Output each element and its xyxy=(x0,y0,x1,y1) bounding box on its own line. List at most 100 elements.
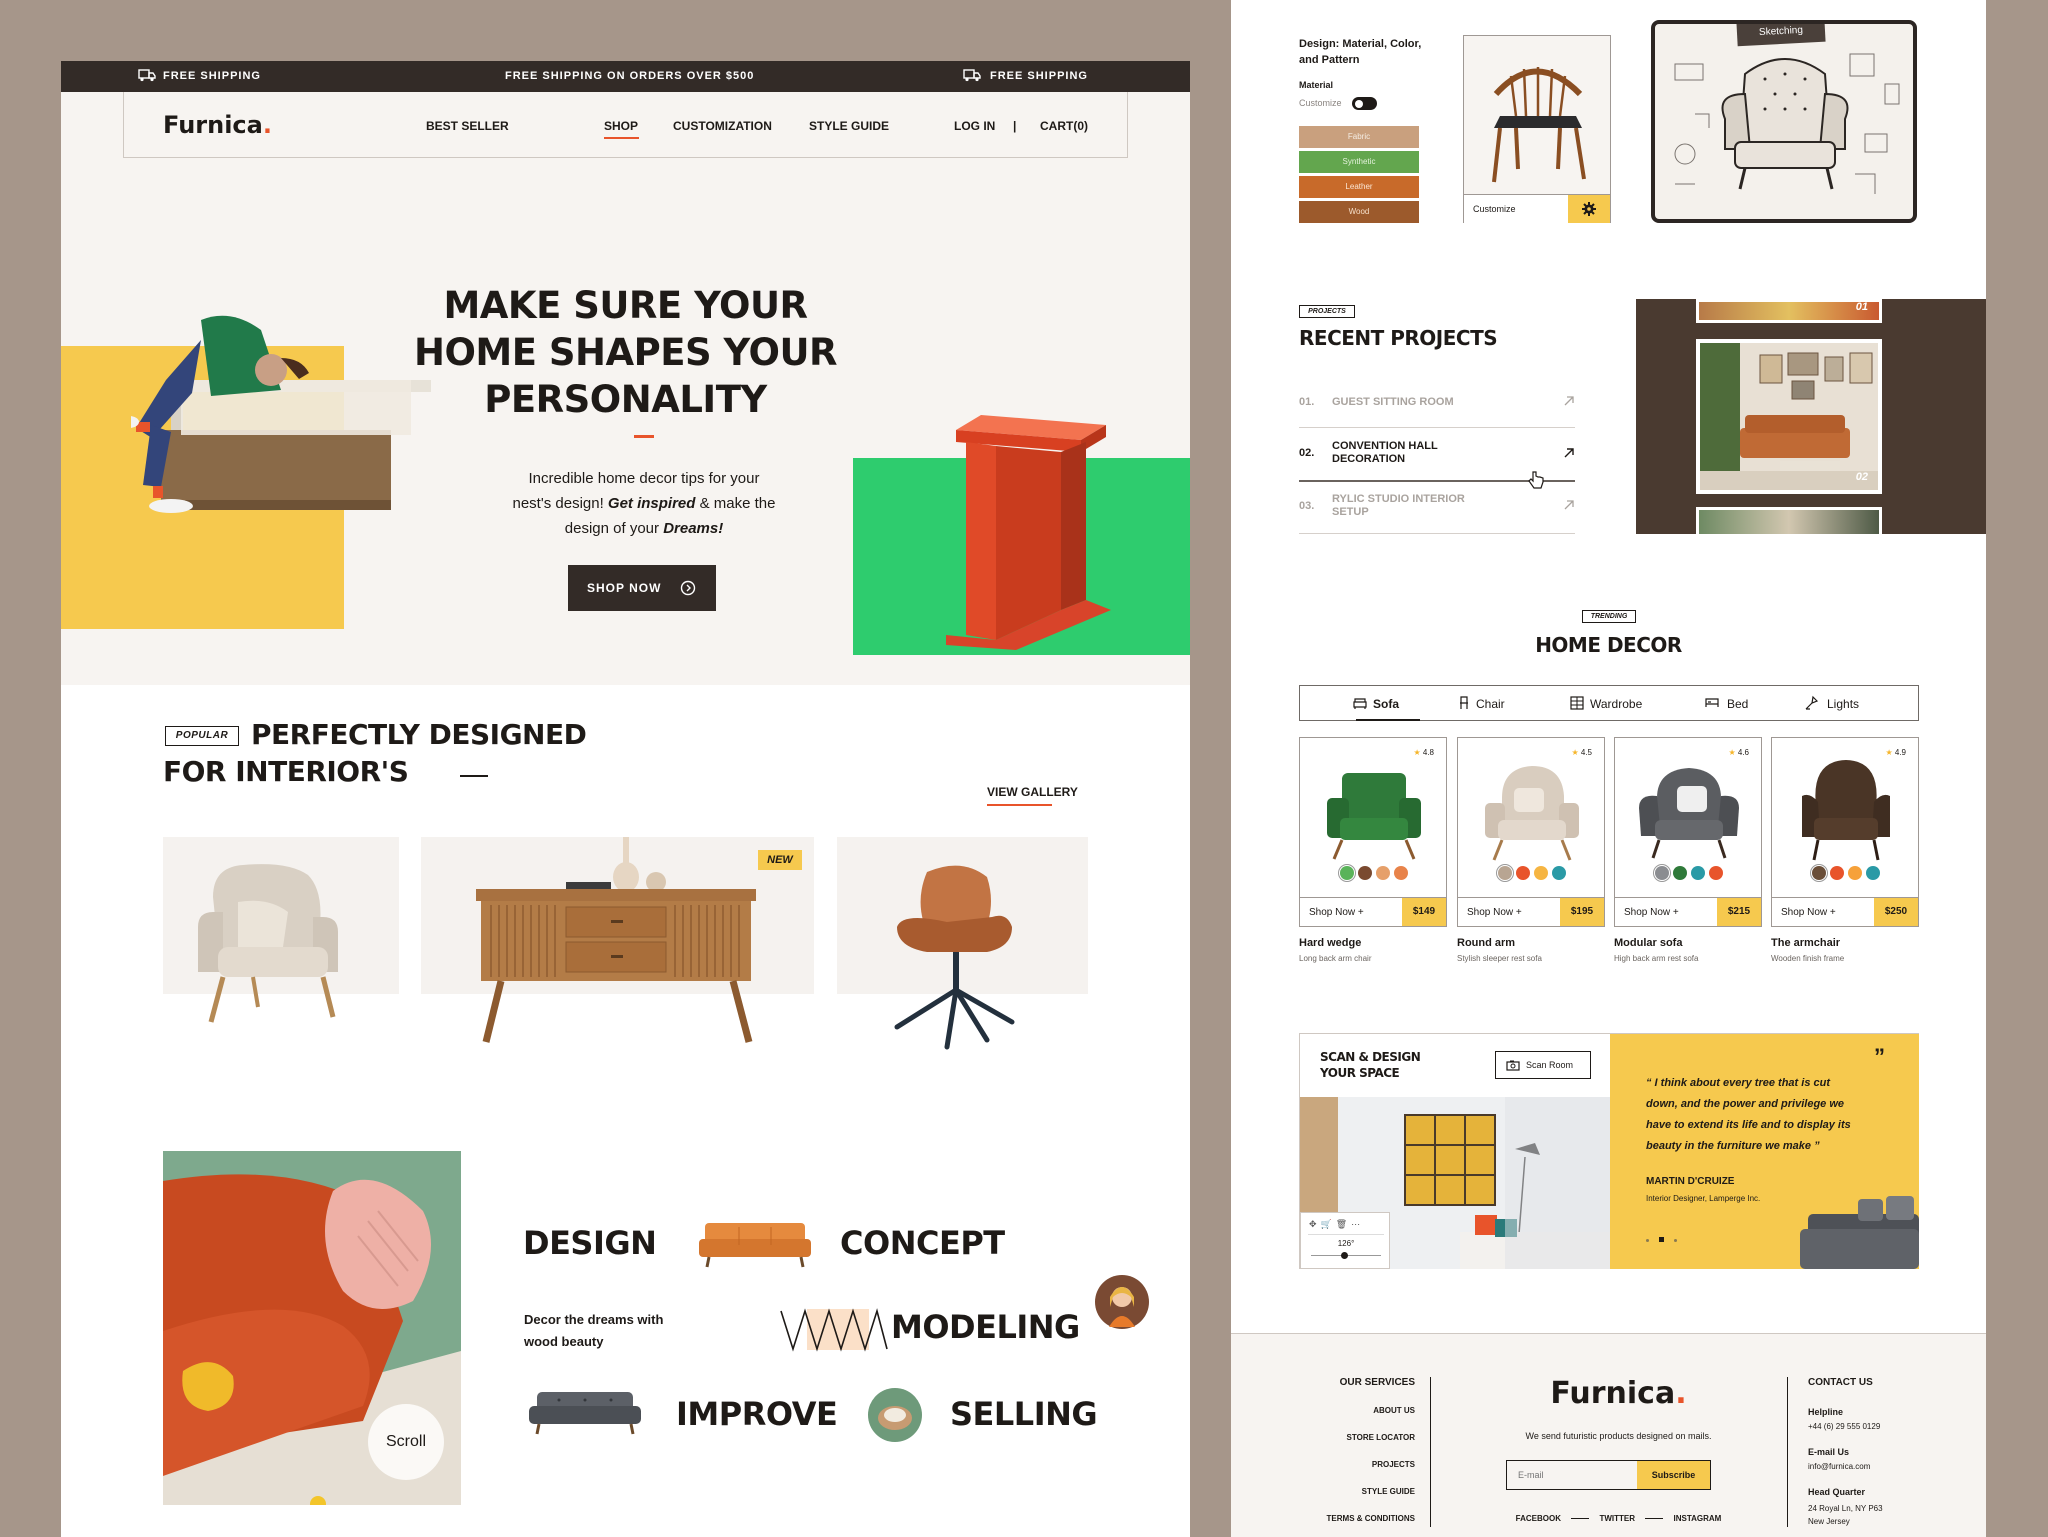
price-4: $250 xyxy=(1874,898,1918,926)
product-name-4: The armchair xyxy=(1771,937,1841,949)
trending-badge: TRENDING xyxy=(1582,610,1636,623)
nav-best-seller[interactable]: BEST SELLER xyxy=(426,119,509,133)
tagline-line-2: wood beauty xyxy=(524,1334,604,1349)
truck-icon xyxy=(963,69,981,82)
recent-projects-title: RECENT PROJECTS xyxy=(1299,326,1498,350)
site-logo[interactable]: Furnica. xyxy=(163,111,272,139)
customize-button[interactable]: Customize xyxy=(1464,194,1610,223)
footer-link-style[interactable]: STYLE GUIDE xyxy=(1362,1487,1415,1496)
trending-product-4[interactable]: ★ 4.9 Shop Now + $250 xyxy=(1771,737,1919,927)
product-desc-1: Long back arm chair xyxy=(1299,954,1372,963)
sketching-label: Sketching xyxy=(1736,24,1826,47)
subscribe-button[interactable]: Subscribe xyxy=(1637,1461,1710,1489)
lamp-icon xyxy=(1805,695,1819,710)
product-card-office-chair[interactable] xyxy=(837,837,1088,1050)
customizer-title-line-1: Design: Material, Color, xyxy=(1299,38,1422,50)
new-badge: NEW xyxy=(758,850,802,870)
gallery-image-3[interactable] xyxy=(1696,507,1882,534)
title-dash xyxy=(460,775,488,777)
footer-link-projects[interactable]: PROJECTS xyxy=(1372,1460,1415,1469)
tab-wardrobe[interactable]: Wardrobe xyxy=(1570,694,1660,714)
rotation-angle: 126° xyxy=(1337,1239,1355,1248)
price-2: $195 xyxy=(1560,898,1604,926)
product-card-sideboard[interactable]: NEW xyxy=(421,837,814,1043)
free-shipping-left: FREE SHIPPING xyxy=(163,70,261,82)
email-input[interactable] xyxy=(1507,1461,1637,1489)
swatch-leather[interactable]: Leather xyxy=(1299,176,1419,198)
trending-product-2[interactable]: ★ 4.5 Shop Now + $195 xyxy=(1457,737,1605,927)
footer: OUR SERVICES ABOUT US STORE LOCATOR PROJ… xyxy=(1231,1333,1986,1537)
project-num-3: 03. xyxy=(1299,500,1315,512)
contact-email[interactable]: info@furnica.com xyxy=(1808,1462,1870,1471)
project-item-1[interactable]: 01. GUEST SITTING ROOM xyxy=(1299,388,1575,428)
rotation-slider-thumb[interactable] xyxy=(1341,1252,1348,1259)
trending-product-3[interactable]: ★ 4.6 Shop Now + $215 xyxy=(1614,737,1762,927)
scroll-button[interactable]: Scroll xyxy=(368,1404,444,1480)
tab-bed[interactable]: Bed xyxy=(1705,694,1765,714)
testimonial-author: MARTIN D'CRUIZE xyxy=(1646,1176,1735,1187)
arrow-circle-icon xyxy=(680,580,696,596)
shop-now-button[interactable]: SHOP NOW xyxy=(568,565,716,611)
price-3: $215 xyxy=(1717,898,1761,926)
nav-shop[interactable]: SHOP xyxy=(604,119,638,133)
gallery-image-2[interactable]: 02 xyxy=(1696,339,1882,494)
nav-customization[interactable]: CUSTOMIZATION xyxy=(673,119,772,133)
swatch-fabric[interactable]: Fabric xyxy=(1299,126,1419,148)
free-shipping-center: FREE SHIPPING ON ORDERS OVER $500 xyxy=(505,70,755,82)
concept-tagline: Decor the dreams with wood beauty xyxy=(524,1309,663,1353)
tab-chair[interactable]: Chair xyxy=(1458,694,1518,714)
swatch-wood[interactable]: Wood xyxy=(1299,201,1419,223)
scan-design-section: SCAN & DESIGN YOUR SPACE Scan Room ✥🛒🗑⋯ … xyxy=(1299,1033,1919,1269)
word-improve: IMPROVE xyxy=(676,1395,838,1433)
login-link[interactable]: LOG IN xyxy=(954,119,995,133)
helpline-label: Helpline xyxy=(1808,1407,1844,1417)
product-footer-2: Shop Now + $195 xyxy=(1458,897,1604,926)
arrow-up-right-icon xyxy=(1564,396,1574,406)
carousel-dots[interactable] xyxy=(1646,1229,1677,1247)
newsletter-form: Subscribe xyxy=(1506,1460,1711,1490)
grey-sectional-sofa-image xyxy=(1800,1196,1919,1269)
email-label: E-mail Us xyxy=(1808,1447,1850,1457)
helpline-number[interactable]: +44 (6) 29 555 0129 xyxy=(1808,1422,1880,1431)
tab-sofa[interactable]: Sofa xyxy=(1353,694,1399,714)
contact-title: CONTACT US xyxy=(1808,1377,1873,1388)
arrow-up-right-icon xyxy=(1564,448,1574,458)
shop-now-1[interactable]: Shop Now + xyxy=(1309,907,1364,918)
tab-lights[interactable]: Lights xyxy=(1803,694,1873,714)
gallery-image-1[interactable]: 01 xyxy=(1696,299,1882,323)
shop-now-label: SHOP NOW xyxy=(587,581,662,595)
product-card-armchair[interactable] xyxy=(163,837,399,1023)
testimonial-role: Interior Designer, Lamperge Inc. xyxy=(1646,1194,1761,1203)
color-options-3 xyxy=(1615,864,1763,885)
projects-gallery: 01 02 xyxy=(1636,299,1986,534)
word-modeling: MODELING xyxy=(891,1308,1080,1346)
gallery-num-2: 02 xyxy=(1855,471,1868,483)
shop-now-2[interactable]: Shop Now + xyxy=(1467,907,1522,918)
shop-now-4[interactable]: Shop Now + xyxy=(1781,907,1836,918)
view-gallery-link[interactable]: VIEW GALLERY xyxy=(987,785,1078,799)
word-design: DESIGN xyxy=(523,1224,657,1262)
price-1: $149 xyxy=(1402,898,1446,926)
facebook-link[interactable]: FACEBOOK xyxy=(1516,1514,1561,1523)
rating-3: ★ 4.6 xyxy=(1728,748,1749,757)
free-shipping-right: FREE SHIPPING xyxy=(990,70,1088,82)
project-num-1: 01. xyxy=(1299,396,1315,408)
gallery-num-1: 01 xyxy=(1855,301,1868,313)
product-name-2: Round arm xyxy=(1457,937,1516,949)
nav-style-guide[interactable]: STYLE GUIDE xyxy=(809,119,889,133)
project-item-3[interactable]: 03. RYLIC STUDIO INTERIOR SETUP xyxy=(1299,482,1575,534)
customizer-title: Design: Material, Color, and Pattern xyxy=(1299,36,1421,68)
customizer-title-line-2: and Pattern xyxy=(1299,54,1360,66)
customize-toggle[interactable] xyxy=(1352,97,1377,110)
scan-room-button[interactable]: Scan Room xyxy=(1495,1051,1591,1079)
cart-link[interactable]: CART(0) xyxy=(1040,119,1088,133)
shop-now-3[interactable]: Shop Now + xyxy=(1624,907,1679,918)
swatch-synthetic[interactable]: Synthetic xyxy=(1299,151,1419,173)
twitter-link[interactable]: TWITTER xyxy=(1599,1514,1635,1523)
ar-tool-icons[interactable]: ✥🛒🗑⋯ xyxy=(1309,1219,1364,1230)
product-footer-1: Shop Now + $149 xyxy=(1300,897,1446,926)
home-decor-title: HOME DECOR xyxy=(1535,633,1682,657)
armchair-sketch-image xyxy=(1674,53,1900,194)
trending-product-1[interactable]: ★ 4.8 Shop Now + $149 xyxy=(1299,737,1447,927)
instagram-link[interactable]: INSTAGRAM xyxy=(1673,1514,1721,1523)
